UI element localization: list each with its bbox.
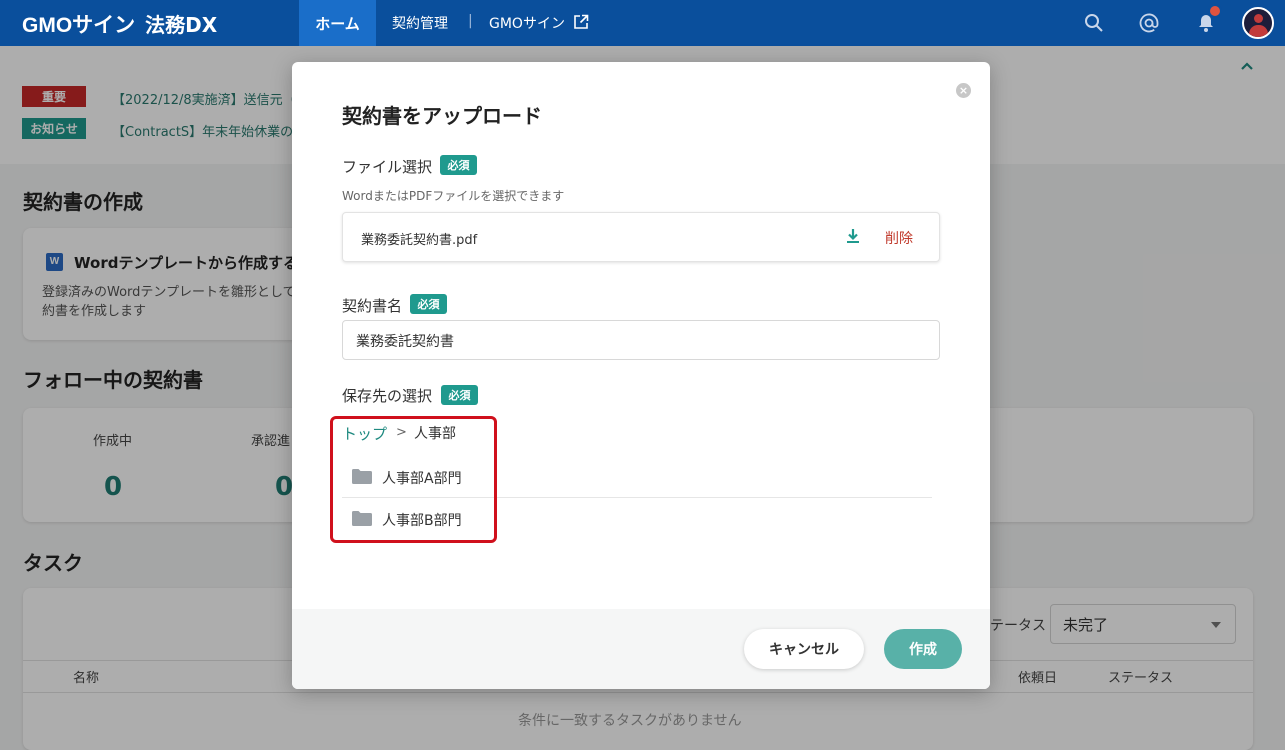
nav-gmosign-label: GMOサイン	[489, 16, 565, 32]
contract-name-input[interactable]: 業務委託契約書	[342, 320, 940, 360]
notification-badge	[1208, 4, 1222, 18]
nav-home-tab[interactable]: ホーム	[299, 0, 376, 46]
destination-label: 保存先の選択	[342, 387, 433, 405]
file-help-text: WordまたはPDFファイルを選択できます	[342, 189, 565, 203]
top-navigation-bar: GMOサイン 法務DX ホーム 契約管理 | GMOサイン	[0, 0, 1285, 46]
external-link-icon	[574, 14, 589, 29]
required-badge-destination: 必須	[441, 385, 478, 405]
nav-contract-management[interactable]: 契約管理	[392, 13, 448, 33]
highlight-box	[330, 416, 497, 543]
search-icon[interactable]	[1082, 11, 1106, 35]
mention-icon[interactable]	[1137, 11, 1161, 35]
delete-file-button[interactable]: 削除	[885, 228, 913, 248]
download-icon[interactable]	[846, 228, 860, 244]
user-avatar[interactable]	[1242, 7, 1274, 39]
upload-contract-dialog: 契約書をアップロード × ファイル選択 必須 WordまたはPDFファイルを選択…	[292, 62, 990, 689]
app-logo[interactable]: GMOサイン 法務DX	[22, 9, 217, 39]
cancel-button[interactable]: キャンセル	[744, 629, 864, 669]
close-icon[interactable]: ×	[956, 83, 971, 98]
dialog-title: 契約書をアップロード	[342, 104, 542, 128]
required-badge-file: 必須	[440, 155, 477, 175]
selected-file-name: 業務委託契約書.pdf	[361, 233, 478, 248]
contract-name-label: 契約書名	[342, 297, 403, 315]
nav-gmosign-link[interactable]: GMOサイン	[489, 13, 589, 33]
file-select-label: ファイル選択	[342, 158, 433, 176]
logo-product: 法務DX	[145, 13, 218, 37]
required-badge-name: 必須	[410, 294, 447, 314]
selected-file-row: 業務委託契約書.pdf 削除	[342, 212, 940, 262]
dialog-footer: キャンセル 作成	[292, 609, 990, 689]
create-button[interactable]: 作成	[884, 629, 962, 669]
nav-separator: |	[468, 13, 473, 29]
logo-brand: GMOサイン	[22, 14, 136, 37]
